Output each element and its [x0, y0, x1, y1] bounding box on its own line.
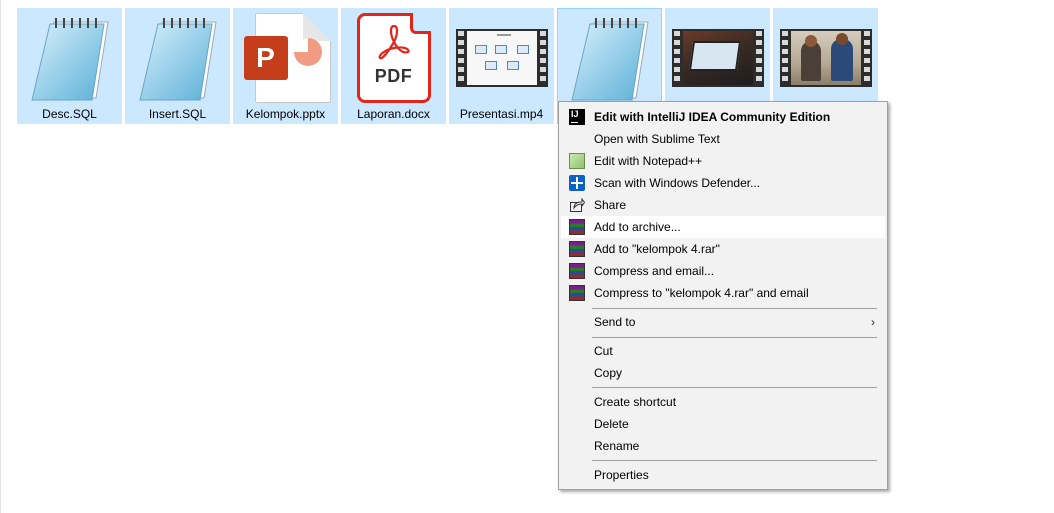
- winrar-icon: [569, 241, 585, 257]
- share-icon: [569, 197, 586, 213]
- menu-item-open-sublime[interactable]: Open with Sublime Text: [561, 128, 885, 150]
- powerpoint-icon: P: [233, 10, 338, 106]
- menu-item-create-shortcut[interactable]: Create shortcut: [561, 391, 885, 413]
- menu-item-label: Add to archive...: [594, 220, 681, 234]
- file-tile[interactable]: Desc.SQL: [17, 8, 122, 124]
- winrar-icon: [569, 285, 585, 301]
- file-name: Desc.SQL: [42, 107, 97, 121]
- notepad-icon: [557, 10, 662, 106]
- menu-item-rename[interactable]: Rename: [561, 435, 885, 457]
- menu-item-label: Share: [594, 198, 627, 212]
- file-tile[interactable]: Insert.SQL: [125, 8, 230, 124]
- file-tile[interactable]: PDF Laporan.docx: [341, 8, 446, 124]
- file-tile[interactable]: P Kelompok.pptx: [233, 8, 338, 124]
- menu-item-add-to-rar[interactable]: Add to "kelompok 4.rar": [561, 238, 885, 260]
- file-name: Kelompok.pptx: [245, 107, 326, 121]
- menu-separator: [592, 460, 877, 461]
- menu-item-copy[interactable]: Copy: [561, 362, 885, 384]
- menu-item-edit-notepadpp[interactable]: Edit with Notepad++: [561, 150, 885, 172]
- menu-item-cut[interactable]: Cut: [561, 340, 885, 362]
- menu-separator: [592, 308, 877, 309]
- winrar-icon: [569, 263, 585, 279]
- file-name: Insert.SQL: [148, 107, 207, 121]
- menu-item-share[interactable]: Share: [561, 194, 885, 216]
- menu-item-label: Cut: [594, 344, 613, 358]
- menu-item-label: Copy: [594, 366, 623, 380]
- menu-item-compress-to-rar-email[interactable]: Compress to "kelompok 4.rar" and email: [561, 282, 885, 304]
- menu-separator: [592, 337, 877, 338]
- menu-item-properties[interactable]: Properties: [561, 464, 885, 486]
- powerpoint-badge: P: [243, 36, 288, 80]
- menu-item-scan-defender[interactable]: Scan with Windows Defender...: [561, 172, 885, 194]
- context-menu: IJ Edit with IntelliJ IDEA Community Edi…: [558, 101, 888, 490]
- menu-item-label: Properties: [594, 468, 649, 482]
- window-edge: [0, 0, 1, 513]
- menu-item-label: Add to "kelompok 4.rar": [594, 242, 720, 256]
- windows-defender-icon: [569, 175, 585, 191]
- notepad-icon: [17, 10, 122, 106]
- notepadpp-icon: [569, 153, 585, 169]
- file-name: Presentasi.mp4: [459, 107, 544, 121]
- menu-item-label: Edit with IntelliJ IDEA Community Editio…: [594, 110, 831, 124]
- pdf-icon: PDF: [341, 10, 446, 106]
- menu-item-label: Scan with Windows Defender...: [594, 176, 761, 190]
- pdf-badge: PDF: [374, 66, 413, 86]
- menu-item-compress-email[interactable]: Compress and email...: [561, 260, 885, 282]
- file-tile[interactable]: Presentasi.mp4: [449, 8, 554, 124]
- menu-item-label: Compress and email...: [594, 264, 715, 278]
- menu-item-delete[interactable]: Delete: [561, 413, 885, 435]
- menu-item-add-to-archive[interactable]: Add to archive...: [561, 216, 885, 238]
- video-thumbnail-icon: [773, 10, 878, 106]
- menu-item-label: Edit with Notepad++: [594, 154, 703, 168]
- menu-item-edit-intellij[interactable]: IJ Edit with IntelliJ IDEA Community Edi…: [561, 106, 885, 128]
- file-name: Laporan.docx: [357, 107, 430, 121]
- menu-item-label: Create shortcut: [594, 395, 677, 409]
- notepad-icon: [125, 10, 230, 106]
- chevron-right-icon: ›: [871, 315, 875, 329]
- menu-item-label: Delete: [594, 417, 629, 431]
- menu-item-label: Compress to "kelompok 4.rar" and email: [594, 286, 809, 300]
- winrar-icon: [569, 219, 585, 235]
- video-thumbnail-icon: [449, 10, 554, 106]
- menu-item-label: Open with Sublime Text: [594, 132, 720, 146]
- menu-item-label: Rename: [594, 439, 640, 453]
- video-thumbnail-icon: [665, 10, 770, 106]
- menu-item-send-to[interactable]: Send to ›: [561, 311, 885, 333]
- menu-item-label: Send to: [594, 315, 636, 329]
- intellij-icon: IJ: [569, 109, 585, 125]
- menu-separator: [592, 387, 877, 388]
